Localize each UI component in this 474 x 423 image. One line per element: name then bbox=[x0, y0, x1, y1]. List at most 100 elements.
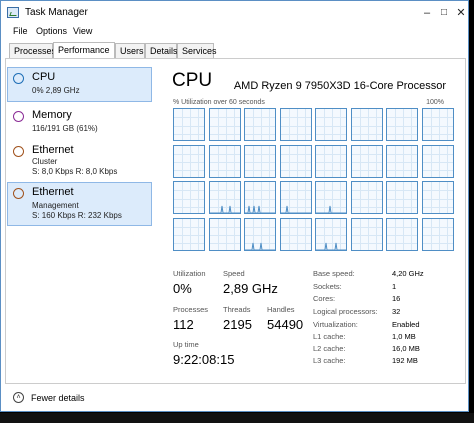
cpu-core-graph bbox=[315, 181, 347, 214]
close-button[interactable]: ✕ bbox=[455, 7, 467, 19]
handles-value: 54490 bbox=[267, 317, 304, 332]
graph-gridline bbox=[375, 145, 377, 177]
graph-gridline bbox=[367, 218, 369, 250]
graph-gridline bbox=[422, 190, 453, 192]
sidebar-item-subtitle: Cluster bbox=[32, 157, 58, 166]
graph-gridline bbox=[395, 218, 396, 250]
minimize-button[interactable]: – bbox=[421, 7, 433, 19]
graph-gridline bbox=[245, 162, 275, 163]
spec-value: 192 MB bbox=[392, 356, 418, 365]
graph-gridline bbox=[422, 206, 453, 208]
graph-gridline bbox=[367, 145, 369, 177]
menu-options[interactable]: Options bbox=[36, 26, 67, 36]
graph-gridline bbox=[245, 133, 275, 135]
utilization-max-label: 100% bbox=[426, 99, 444, 106]
graph-gridline bbox=[332, 145, 333, 177]
graph-gridline bbox=[253, 109, 254, 140]
graph-gridline bbox=[174, 226, 204, 228]
spec-value: 1,0 MB bbox=[392, 332, 416, 341]
title-bar[interactable]: Task Manager – □ ✕ bbox=[1, 1, 468, 24]
graph-gridline bbox=[411, 218, 412, 250]
tab-processes[interactable]: Processes bbox=[9, 43, 56, 58]
graph-gridline bbox=[209, 235, 240, 236]
graph-gridline bbox=[387, 243, 417, 245]
graph-gridline bbox=[217, 218, 219, 250]
cpu-core-graph bbox=[315, 108, 347, 141]
graph-gridline bbox=[174, 235, 204, 236]
cpu-core-graph bbox=[173, 108, 205, 141]
graph-gridline bbox=[387, 235, 417, 236]
graph-gridline bbox=[422, 170, 453, 172]
graph-gridline bbox=[225, 218, 227, 250]
ethernet-status-icon bbox=[13, 188, 24, 199]
graph-gridline bbox=[280, 125, 311, 127]
tab-details[interactable]: Details bbox=[145, 43, 178, 58]
spec-label: Sockets: bbox=[313, 282, 342, 291]
cpu-core-graph bbox=[386, 108, 418, 141]
graph-gridline bbox=[174, 243, 204, 245]
graph-gridline bbox=[316, 162, 346, 163]
graph-gridline bbox=[387, 170, 417, 172]
maximize-button[interactable]: □ bbox=[438, 7, 450, 19]
graph-gridline bbox=[324, 145, 325, 177]
graph-gridline bbox=[316, 153, 346, 155]
tab-users[interactable]: Users bbox=[115, 43, 145, 58]
tab-services[interactable]: Services bbox=[177, 43, 217, 58]
graph-gridline bbox=[446, 145, 448, 177]
graph-gridline bbox=[340, 109, 341, 140]
cpu-status-icon bbox=[13, 73, 24, 84]
cpu-core-graph bbox=[244, 108, 276, 141]
graph-gridline bbox=[438, 145, 440, 177]
graph-gridline bbox=[387, 206, 417, 208]
cpu-core-graph bbox=[244, 217, 276, 251]
graph-gridline bbox=[190, 109, 191, 140]
graph-gridline bbox=[387, 153, 417, 155]
menu-view[interactable]: View bbox=[73, 26, 92, 36]
graph-gridline bbox=[174, 198, 204, 200]
graph-gridline bbox=[245, 117, 275, 119]
graph-gridline bbox=[430, 109, 432, 140]
graph-gridline bbox=[351, 125, 382, 127]
graph-gridline bbox=[174, 190, 204, 192]
menu-file[interactable]: File bbox=[13, 26, 28, 36]
graph-gridline bbox=[245, 170, 275, 172]
sidebar-item-ethernet-cluster[interactable]: Ethernet Cluster S: 8,0 Kbps R: 8,0 Kbps bbox=[7, 140, 152, 182]
graph-gridline bbox=[174, 162, 204, 163]
graph-gridline bbox=[375, 109, 377, 140]
graph-gridline bbox=[280, 153, 311, 155]
graph-gridline bbox=[174, 125, 204, 127]
graph-gridline bbox=[261, 145, 262, 177]
graph-gridline bbox=[359, 218, 361, 250]
utilization-label: Utilization bbox=[173, 269, 206, 278]
cpu-core-graph bbox=[279, 108, 312, 141]
graph-gridline bbox=[446, 218, 448, 250]
graph-gridline bbox=[359, 109, 361, 140]
graph-gridline bbox=[217, 145, 219, 177]
sidebar-item-title: Ethernet bbox=[32, 186, 74, 198]
graph-gridline bbox=[280, 235, 311, 236]
tab-performance[interactable]: Performance bbox=[53, 42, 115, 58]
sidebar-item-cpu[interactable]: CPU 0% 2,89 GHz bbox=[7, 67, 152, 102]
cpu-core-graph bbox=[350, 217, 383, 251]
graph-gridline bbox=[403, 218, 404, 250]
sidebar-item-ethernet-management[interactable]: Ethernet Management S: 160 Kbps R: 232 K… bbox=[7, 182, 152, 226]
graph-gridline bbox=[209, 243, 240, 245]
graph-gridline bbox=[182, 182, 183, 213]
sidebar-item-memory[interactable]: Memory 116/191 GB (61%) bbox=[7, 105, 152, 140]
graph-gridline bbox=[296, 218, 298, 250]
graph-gridline bbox=[280, 162, 311, 163]
threads-label: Threads bbox=[223, 305, 251, 314]
spec-value: 16,0 MB bbox=[392, 344, 420, 353]
graph-gridline bbox=[351, 190, 382, 192]
cpu-core-graph bbox=[315, 144, 347, 178]
graph-gridline bbox=[190, 182, 191, 213]
cpu-core-graph bbox=[279, 217, 312, 251]
graph-line-path bbox=[316, 242, 346, 250]
graph-gridline bbox=[411, 145, 412, 177]
graph-gridline bbox=[367, 182, 369, 213]
graph-gridline bbox=[387, 162, 417, 163]
graph-gridline bbox=[245, 125, 275, 127]
spec-value: 4,20 GHz bbox=[392, 269, 424, 278]
graph-gridline bbox=[182, 218, 183, 250]
graph-gridline bbox=[304, 109, 306, 140]
